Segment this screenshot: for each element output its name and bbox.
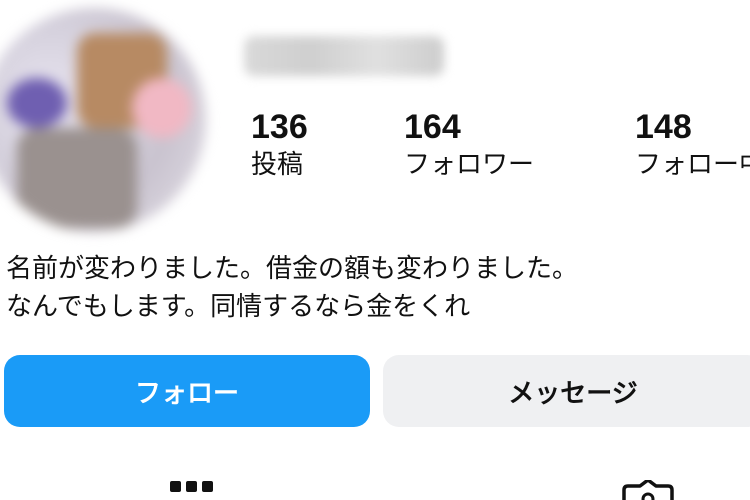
stat-posts[interactable]: 136 投稿 <box>251 108 308 182</box>
profile-bio: 名前が変わりました。借金の額も変わりました。 なんでもします。同情するなら金をく… <box>6 250 578 326</box>
bio-line: なんでもします。同情するなら金をくれ <box>6 292 471 322</box>
posts-label: 投稿 <box>251 150 304 180</box>
followers-label: フォロワー <box>404 150 535 180</box>
stat-followers[interactable]: 164 フォロワー <box>404 108 534 182</box>
following-label: フォロー中 <box>635 150 750 180</box>
profile-avatar[interactable] <box>0 8 206 232</box>
follow-button[interactable]: フォロー <box>4 355 370 427</box>
grid-icon[interactable] <box>170 481 214 500</box>
profile-page: 136 投稿 164 フォロワー 148 フォロー中 名前が変わりました。借金の… <box>0 0 750 500</box>
bio-line: 名前が変わりました。借金の額も変わりました。 <box>6 254 579 284</box>
stat-following[interactable]: 148 フォロー中 <box>635 108 750 182</box>
posts-count: 136 <box>251 108 308 146</box>
blurred-username <box>244 36 444 76</box>
tagged-person-icon[interactable] <box>618 480 678 500</box>
following-count: 148 <box>635 108 692 146</box>
followers-count: 164 <box>404 108 461 146</box>
message-button[interactable]: メッセージ <box>383 355 750 427</box>
